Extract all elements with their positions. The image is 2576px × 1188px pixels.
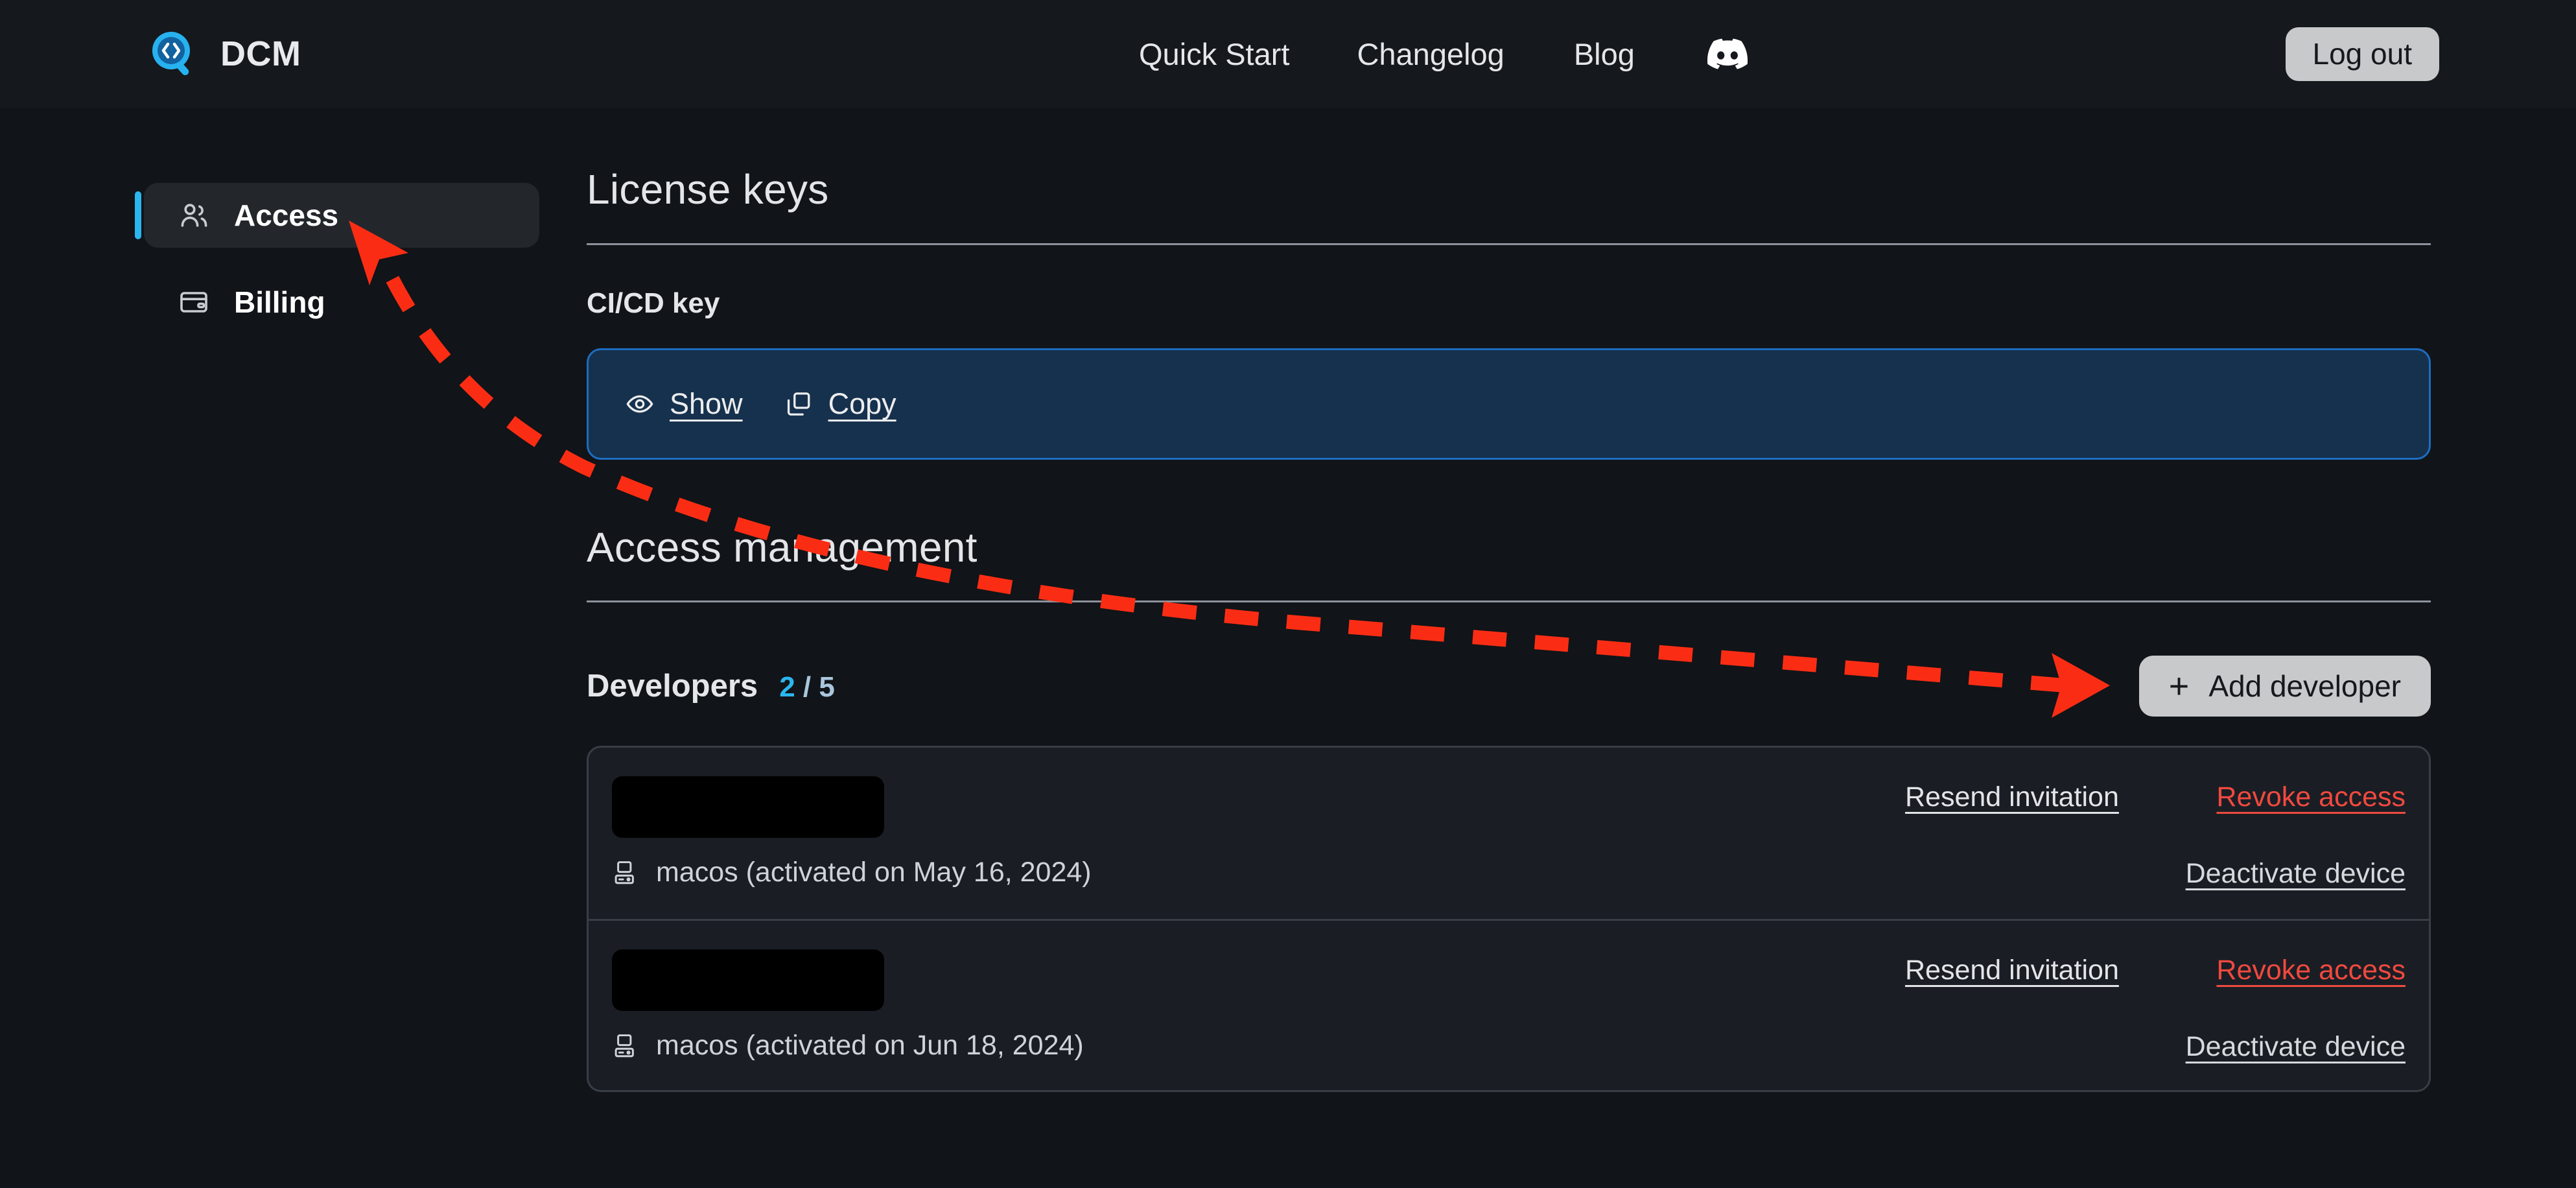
developers-count-current: 2 xyxy=(779,671,795,703)
row-actions: Resend invitation Revoke access Deactiva… xyxy=(1757,921,2406,1090)
developers-header: Developers 2 / 5 + Add developer xyxy=(587,656,2431,717)
show-key-label: Show xyxy=(670,387,743,420)
sidebar: Access Billing xyxy=(135,183,539,335)
developer-email-redacted xyxy=(612,776,884,838)
section-divider xyxy=(587,243,2431,245)
brand-name: DCM xyxy=(220,34,301,73)
developers-title-group: Developers 2 / 5 xyxy=(587,668,835,704)
license-keys-title: License keys xyxy=(587,166,829,213)
top-header: DCM Quick Start Changelog Blog Log out xyxy=(0,0,2576,108)
discord-icon xyxy=(1707,34,1748,74)
sidebar-item-billing-label: Billing xyxy=(234,285,325,319)
deactivate-device-link[interactable]: Deactivate device xyxy=(2186,1031,2406,1063)
row-actions: Resend invitation Revoke access Deactiva… xyxy=(1757,748,2406,919)
nav-quick-start[interactable]: Quick Start xyxy=(1139,36,1289,72)
developers-title: Developers xyxy=(587,669,758,704)
resend-invitation-link[interactable]: Resend invitation xyxy=(1905,781,2119,813)
sidebar-item-billing[interactable]: Billing xyxy=(144,270,539,335)
table-row: macos (activated on Jun 18, 2024) Resend… xyxy=(589,919,2429,1090)
sidebar-item-access[interactable]: Access xyxy=(135,183,539,248)
developer-device: macos (activated on May 16, 2024) xyxy=(612,857,1092,888)
primary-nav: Quick Start Changelog Blog xyxy=(1139,34,1748,74)
copy-icon xyxy=(784,390,813,418)
developers-count-max: 5 xyxy=(819,671,835,703)
computer-icon xyxy=(612,859,639,886)
computer-icon xyxy=(612,1032,639,1060)
revoke-access-link[interactable]: Revoke access xyxy=(2216,955,2406,986)
page-root: DCM Quick Start Changelog Blog Log out A… xyxy=(0,0,2576,1188)
copy-key-label: Copy xyxy=(828,387,896,420)
cicd-key-label: CI/CD key xyxy=(587,287,720,319)
developer-device-text: macos (activated on May 16, 2024) xyxy=(656,857,1092,888)
nav-changelog[interactable]: Changelog xyxy=(1357,36,1504,72)
users-icon xyxy=(178,200,209,231)
plus-icon: + xyxy=(2168,667,2190,706)
eye-icon xyxy=(626,390,654,418)
revoke-access-link[interactable]: Revoke access xyxy=(2216,781,2406,813)
access-management-title: Access management xyxy=(587,524,978,571)
deactivate-device-link[interactable]: Deactivate device xyxy=(2186,858,2406,890)
developers-count: 2 / 5 xyxy=(779,671,835,704)
logout-button[interactable]: Log out xyxy=(2285,27,2439,81)
nav-blog[interactable]: Blog xyxy=(1574,36,1635,72)
cicd-key-panel: Show Copy xyxy=(587,348,2431,460)
show-key-button[interactable]: Show xyxy=(626,387,743,421)
resend-invitation-link[interactable]: Resend invitation xyxy=(1905,955,2119,986)
developer-device-text: macos (activated on Jun 18, 2024) xyxy=(656,1030,1084,1061)
table-row: macos (activated on May 16, 2024) Resend… xyxy=(589,748,2429,919)
developer-email-redacted xyxy=(612,949,884,1011)
brand[interactable]: DCM xyxy=(150,30,301,78)
developer-device: macos (activated on Jun 18, 2024) xyxy=(612,1030,1084,1062)
section-divider xyxy=(587,600,2431,602)
add-developer-label: Add developer xyxy=(2208,669,2401,703)
main-content: License keys CI/CD key Show Copy Access … xyxy=(587,165,2431,1092)
magnifier-code-logo-icon xyxy=(150,30,198,78)
nav-discord-link[interactable] xyxy=(1707,34,1748,74)
add-developer-button[interactable]: + Add developer xyxy=(2138,656,2431,717)
developers-list: macos (activated on May 16, 2024) Resend… xyxy=(587,746,2431,1092)
developers-count-separator: / xyxy=(802,671,812,703)
copy-key-button[interactable]: Copy xyxy=(784,387,896,421)
sidebar-item-access-label: Access xyxy=(234,198,339,232)
credit-card-icon xyxy=(178,287,209,318)
